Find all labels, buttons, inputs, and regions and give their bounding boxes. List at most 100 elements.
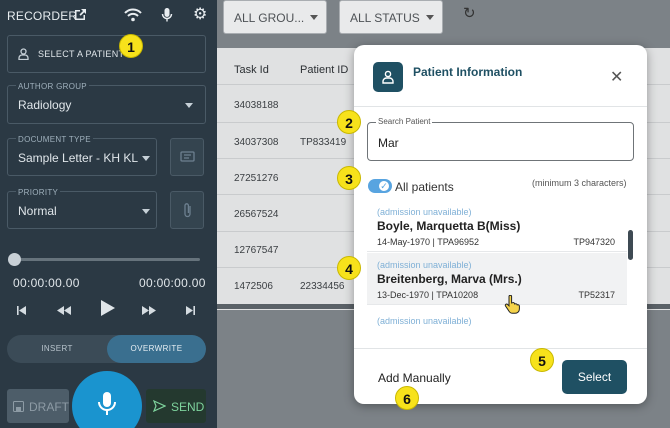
record-button[interactable]: [72, 371, 142, 428]
document-type-value: Sample Letter - KH KL: [18, 151, 138, 165]
recorder-panel: RECORDER ⚙ SELECT A PATIENT AUTHOR GROUP…: [0, 0, 217, 428]
recorder-toolbar: RECORDER ⚙: [0, 0, 217, 32]
patient-name: Breitenberg, Marva (Mrs.): [377, 272, 522, 286]
play-icon[interactable]: [100, 299, 116, 320]
rewind-icon[interactable]: [57, 304, 71, 318]
callout-badge: 4: [337, 256, 361, 280]
priority-select[interactable]: PRIORITY Normal: [7, 188, 157, 229]
patient-information-dialog: Patient Information ✕ Search Patient ✓ A…: [354, 45, 647, 404]
table-cell-task-id[interactable]: 34038188: [234, 100, 279, 111]
chevron-down-icon: [142, 156, 150, 161]
admission-status: (admission unavailable): [377, 207, 472, 217]
table-cell-patient-id[interactable]: 22334456: [300, 281, 345, 292]
skip-back-icon[interactable]: [17, 304, 26, 318]
dialog-header: Patient Information ✕: [354, 45, 647, 107]
patient-dob-id: 13-Dec-1970 | TPA10208: [377, 290, 479, 300]
overwrite-mode-button[interactable]: OVERWRITE: [107, 335, 206, 363]
add-manually-link[interactable]: Add Manually: [378, 371, 451, 385]
admission-status: (admission unavailable): [377, 260, 472, 270]
patient-avatar-icon: [373, 62, 403, 92]
callout-badge: 1: [119, 34, 143, 58]
status-filter-value: ALL STATUS: [350, 11, 420, 25]
list-item[interactable]: (admission unavailable) Breitenberg, Mar…: [367, 253, 627, 305]
paperclip-icon: [184, 203, 191, 218]
template-button[interactable]: [170, 138, 204, 176]
time-end: 00:00:00.00: [139, 276, 206, 290]
select-button[interactable]: Select: [562, 360, 627, 394]
patient-tp-id: TP947320: [573, 237, 615, 247]
column-header-task-id: Task Id: [234, 64, 269, 76]
document-type-select[interactable]: DOCUMENT TYPE Sample Letter - KH KL: [7, 135, 157, 176]
priority-label: PRIORITY: [16, 188, 61, 197]
table-cell-task-id[interactable]: 1472506: [234, 281, 273, 292]
select-patient-label: SELECT A PATIENT: [38, 49, 125, 59]
author-group-select[interactable]: AUTHOR GROUP Radiology: [7, 82, 206, 124]
min-chars-hint: (minimum 3 characters): [532, 178, 627, 188]
gear-icon[interactable]: ⚙: [193, 7, 207, 23]
all-patients-label: All patients: [395, 180, 454, 194]
select-patient-button[interactable]: SELECT A PATIENT: [7, 35, 206, 73]
search-patient-label: Search Patient: [376, 117, 433, 126]
send-button[interactable]: SEND: [146, 389, 206, 423]
table-cell-task-id[interactable]: 27251276: [234, 173, 279, 184]
chevron-down-icon: [310, 15, 318, 20]
group-filter-value: ALL GROU...: [234, 11, 305, 25]
patient-tp-id: TP52317: [578, 290, 615, 300]
audio-progress-handle[interactable]: [8, 253, 21, 266]
send-icon: [153, 400, 166, 412]
list-item[interactable]: (admission unavailable): [367, 310, 627, 335]
table-cell-task-id[interactable]: 26567524: [234, 209, 279, 220]
microphone-icon: [98, 392, 116, 415]
hand-cursor-icon: [504, 294, 520, 317]
wifi-icon: [124, 8, 142, 24]
popout-icon[interactable]: [73, 8, 87, 24]
patient-list-scrollbar[interactable]: [628, 230, 633, 260]
insert-mode-label: INSERT: [41, 344, 73, 353]
column-header-patient-id: Patient ID: [300, 64, 349, 76]
refresh-icon[interactable]: ↻: [463, 4, 476, 22]
group-filter-select[interactable]: ALL GROU...: [223, 0, 327, 34]
draft-button[interactable]: DRAFT: [7, 389, 69, 423]
table-cell-task-id[interactable]: 12767547: [234, 245, 279, 256]
document-type-label: DOCUMENT TYPE: [16, 135, 93, 144]
attachment-button[interactable]: [170, 191, 204, 229]
patient-name: Boyle, Marquetta B(Miss): [377, 219, 521, 233]
recorder-title: RECORDER: [7, 9, 78, 23]
status-filter-select[interactable]: ALL STATUS: [339, 0, 443, 34]
overwrite-mode-label: OVERWRITE: [130, 344, 183, 353]
table-cell-task-id[interactable]: 34037308: [234, 137, 279, 148]
callout-badge: 3: [337, 166, 361, 190]
check-icon: ✓: [378, 180, 390, 192]
author-group-value: Radiology: [18, 98, 72, 112]
time-start: 00:00:00.00: [13, 276, 80, 290]
chevron-down-icon: [142, 209, 150, 214]
search-patient-input[interactable]: [378, 136, 618, 150]
close-icon[interactable]: ✕: [610, 67, 623, 87]
draft-label: DRAFT: [29, 400, 69, 414]
person-icon: [18, 48, 29, 62]
send-label: SEND: [171, 400, 205, 414]
admission-status: (admission unavailable): [377, 316, 472, 326]
callout-badge: 6: [395, 386, 419, 410]
dialog-footer-divider: [354, 348, 647, 349]
insert-mode-button[interactable]: INSERT: [7, 335, 107, 363]
microphone-icon[interactable]: [161, 7, 173, 25]
skip-forward-icon[interactable]: [186, 304, 195, 318]
dialog-title: Patient Information: [413, 65, 523, 79]
audio-progress-track[interactable]: [8, 253, 200, 266]
table-cell-patient-id[interactable]: TP833419: [300, 137, 346, 148]
chevron-down-icon: [426, 15, 434, 20]
comment-icon: [180, 151, 195, 162]
all-patients-toggle[interactable]: ✓: [368, 179, 392, 193]
search-patient-field[interactable]: Search Patient: [367, 117, 634, 161]
patient-dob-id: 14-May-1970 | TPA96952: [377, 237, 480, 247]
callout-badge: 5: [530, 348, 554, 372]
mode-toggle: INSERT OVERWRITE: [7, 335, 206, 363]
author-group-label: AUTHOR GROUP: [16, 82, 89, 91]
save-icon: [13, 401, 24, 412]
list-item[interactable]: (admission unavailable) Boyle, Marquetta…: [367, 200, 627, 252]
priority-value: Normal: [18, 204, 57, 218]
callout-badge: 2: [337, 110, 361, 134]
fast-forward-icon[interactable]: [142, 304, 156, 318]
patient-list: (admission unavailable) Boyle, Marquetta…: [367, 200, 634, 335]
